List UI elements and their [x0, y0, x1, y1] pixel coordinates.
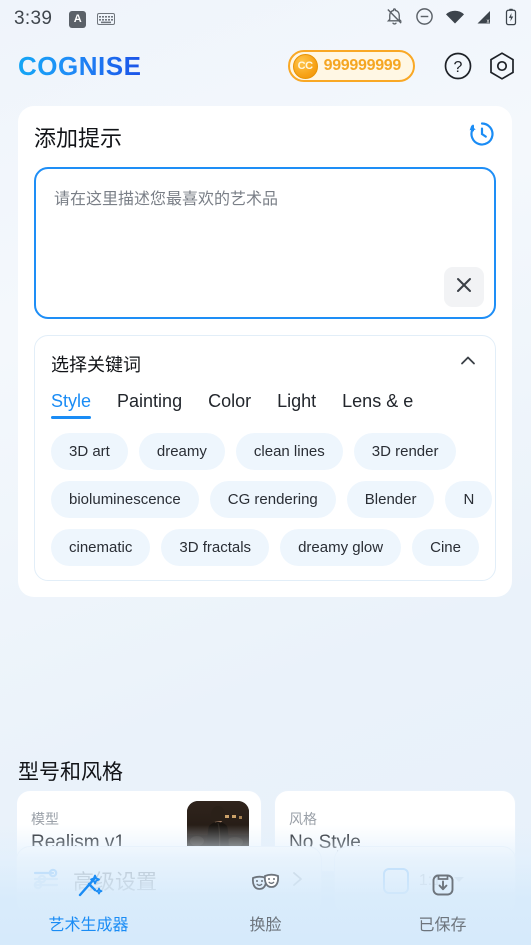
keyword-chip[interactable]: Cine	[412, 529, 479, 566]
nav-label-saved: 已保存	[418, 917, 467, 934]
close-icon	[454, 275, 474, 300]
coin-balance-amount: 999999999	[323, 57, 402, 74]
svg-text:x: x	[487, 19, 490, 25]
nav-item-saved[interactable]: 已保存	[354, 869, 531, 935]
tab-light[interactable]: Light	[277, 391, 316, 419]
bell-off-icon	[385, 7, 404, 31]
keyword-tabs[interactable]: Style Painting Color Light Lens & e	[35, 385, 495, 419]
app-header: COGNISE CC 999999999 ?	[0, 38, 531, 94]
tab-color[interactable]: Color	[208, 391, 251, 419]
status-bar-time: 3:39	[14, 8, 53, 29]
keyword-chip[interactable]: 3D fractals	[161, 529, 270, 566]
keyboard-icon	[97, 13, 116, 25]
keyword-chip-row: bioluminescence CG rendering Blender N	[51, 481, 495, 518]
nav-item-art-generator[interactable]: 艺术生成器	[0, 869, 177, 935]
status-bar-left-icons: A	[69, 10, 116, 28]
tab-painting[interactable]: Painting	[117, 391, 182, 419]
status-bar: 3:39 A x	[0, 0, 531, 38]
model-style-section-title: 型号和风格	[18, 761, 123, 784]
nav-label-art-generator: 艺术生成器	[48, 917, 129, 934]
chevron-up-icon[interactable]	[457, 350, 479, 377]
nav-label-face-swap: 换脸	[249, 917, 282, 934]
keyword-chip[interactable]: N	[445, 481, 493, 518]
prompt-textarea[interactable]: 请在这里描述您最喜欢的艺术品	[34, 167, 496, 319]
keyword-chip[interactable]: 3D art	[51, 433, 128, 470]
tab-lens-and-effects[interactable]: Lens & e	[342, 391, 413, 419]
keyword-chip-row: cinematic 3D fractals dreamy glow Cine	[51, 529, 495, 566]
coin-balance-badge[interactable]: CC 999999999	[287, 50, 415, 82]
keyword-chip[interactable]: bioluminescence	[51, 481, 199, 518]
status-bar-right-icons: x	[385, 7, 517, 31]
prompt-card: 添加提示 请在这里描述您最喜欢的艺术品 选择关键词 Style Painting…	[18, 106, 512, 597]
svg-text:?: ?	[454, 59, 463, 76]
do-not-disturb-icon	[415, 7, 434, 31]
theater-masks-icon	[249, 869, 283, 906]
keyword-chip[interactable]: 3D render	[353, 433, 457, 470]
settings-hexagon-icon[interactable]	[487, 51, 517, 81]
cellular-signal-off-icon: x	[476, 9, 494, 30]
page-title: 添加提示	[34, 125, 123, 151]
coin-icon: CC	[292, 53, 318, 79]
keywords-title: 选择关键词	[51, 354, 141, 375]
prompt-card-header: 添加提示	[34, 120, 496, 153]
clear-prompt-button[interactable]	[444, 267, 484, 307]
help-circle-icon[interactable]: ?	[443, 51, 473, 81]
keyword-chip[interactable]: CG rendering	[209, 481, 336, 518]
bottom-navigation[interactable]: 艺术生成器 换脸 已保存	[0, 859, 531, 945]
keywords-card: 选择关键词 Style Painting Color Light Lens & …	[34, 335, 496, 581]
scroll-content[interactable]: 添加提示 请在这里描述您最喜欢的艺术品 选择关键词 Style Painting…	[0, 94, 531, 945]
keyword-chip-rows: 3D art dreamy clean lines 3D render biol…	[35, 419, 495, 566]
save-download-icon	[427, 869, 459, 906]
keyword-chip[interactable]: clean lines	[235, 433, 343, 470]
keyword-chip[interactable]: dreamy glow	[280, 529, 402, 566]
app-badge-a-icon: A	[69, 10, 87, 28]
wifi-icon	[445, 9, 465, 30]
battery-charging-icon	[505, 8, 517, 31]
tab-style[interactable]: Style	[51, 391, 92, 419]
history-icon[interactable]	[468, 120, 496, 153]
keyword-chip[interactable]: Blender	[346, 481, 435, 518]
prompt-placeholder: 请在这里描述您最喜欢的艺术品	[54, 191, 279, 208]
magic-wand-icon	[73, 869, 105, 906]
keyword-chip[interactable]: cinematic	[51, 529, 151, 566]
keyword-chip-row: 3D art dreamy clean lines 3D render	[51, 433, 495, 470]
nav-item-face-swap[interactable]: 换脸	[177, 869, 354, 935]
keywords-header[interactable]: 选择关键词	[35, 350, 495, 377]
keyword-chip[interactable]: dreamy	[138, 433, 225, 470]
style-label: 风格	[289, 810, 317, 827]
app-logo[interactable]: COGNISE	[18, 51, 141, 82]
